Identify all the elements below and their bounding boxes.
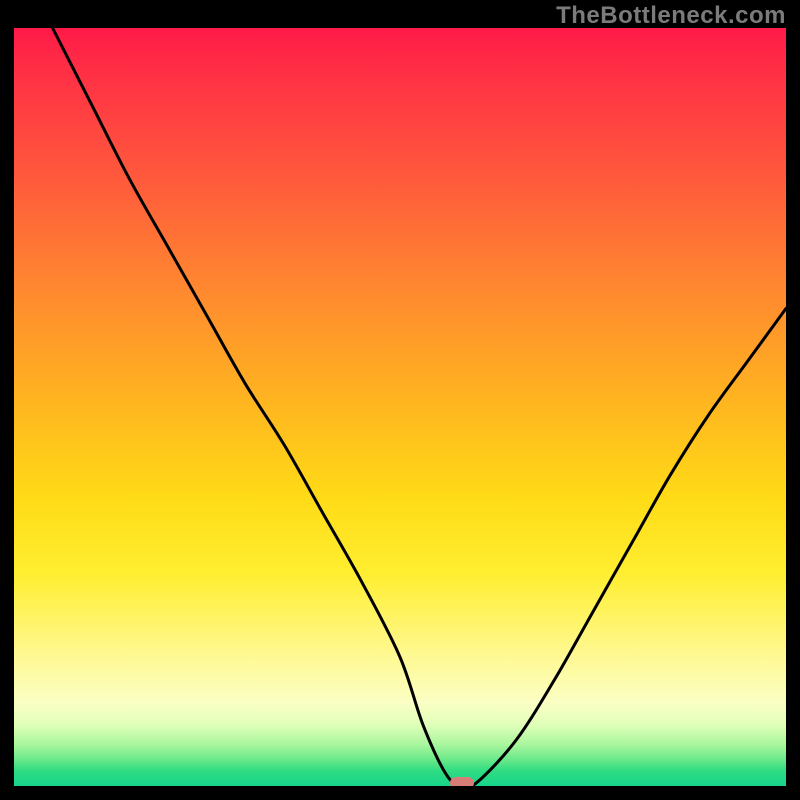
watermark-text: TheBottleneck.com [556,2,786,30]
bottleneck-curve [14,28,786,786]
chart-container: TheBottleneck.com [0,0,800,800]
optimum-marker [450,777,474,786]
plot-area [14,28,786,786]
